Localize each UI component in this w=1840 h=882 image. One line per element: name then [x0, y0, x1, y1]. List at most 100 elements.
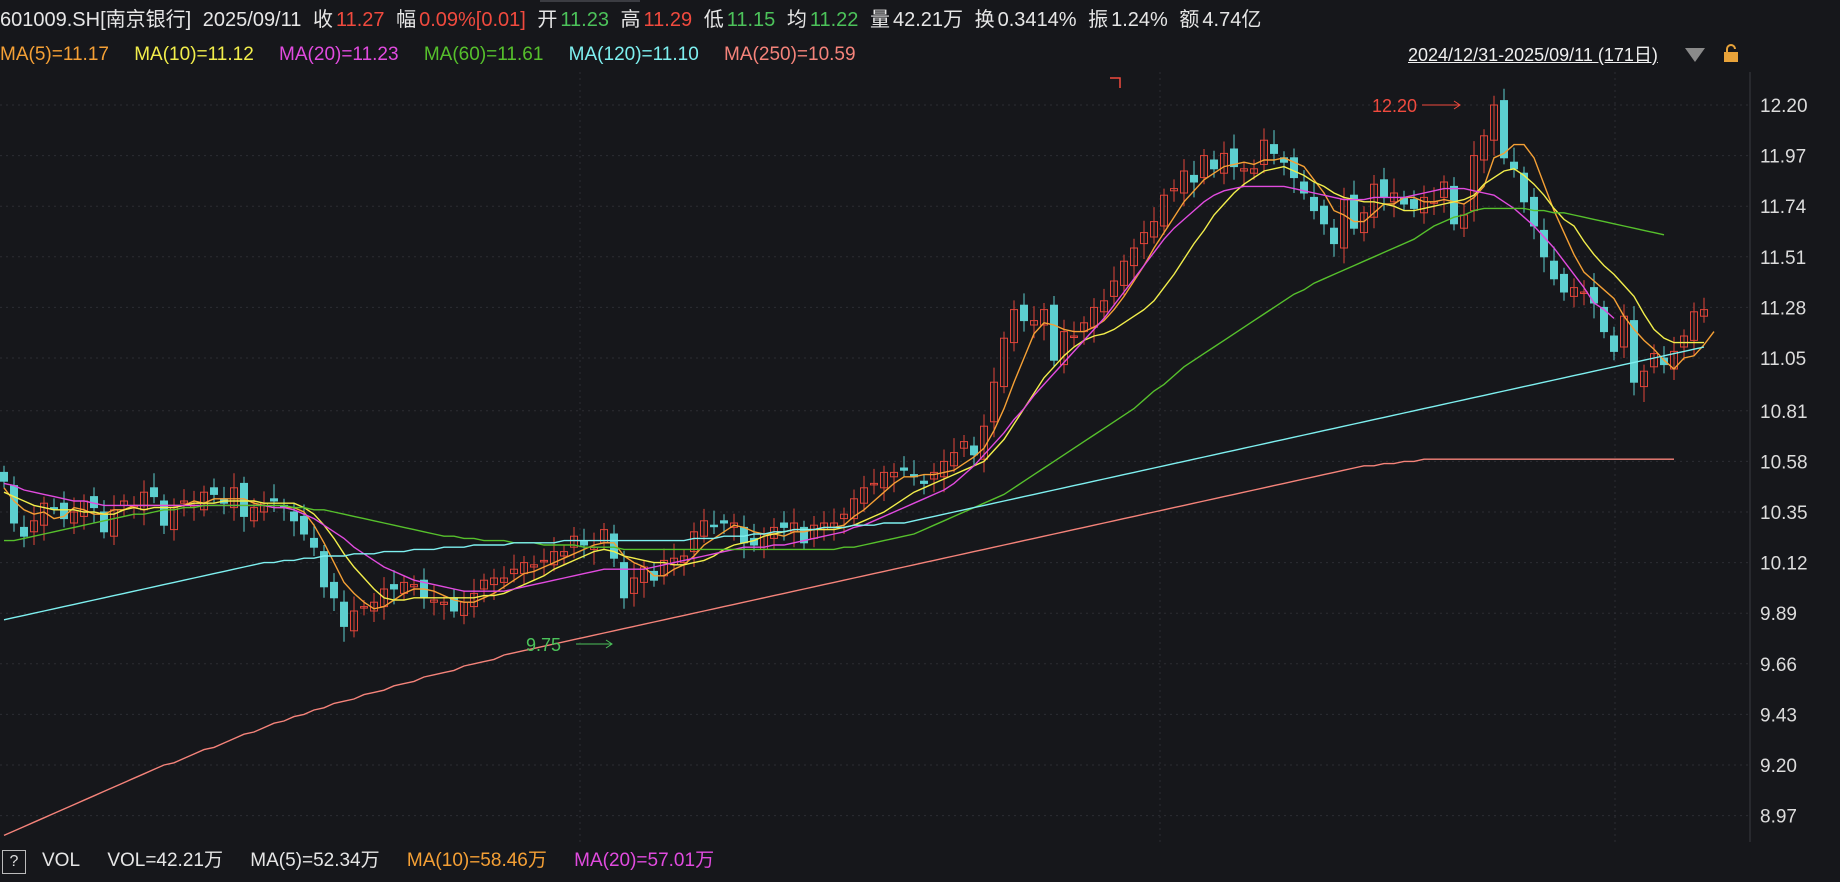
- ma250-legend[interactable]: MA(250)=10.59: [724, 44, 856, 65]
- candle: [1510, 161, 1518, 170]
- candle: [1330, 227, 1338, 245]
- volume-label: 量: [869, 9, 890, 31]
- ma-legend: MA(5)=11.17 MA(10)=11.12 MA(20)=11.23 MA…: [0, 40, 876, 70]
- candle: [1530, 196, 1538, 227]
- min-marker-label: 9.75: [526, 635, 561, 655]
- y-tick-label: 11.28: [1760, 298, 1806, 319]
- lock-icon[interactable]: [1723, 44, 1739, 62]
- candle: [330, 581, 338, 599]
- date-range-selector[interactable]: 2024/12/31-2025/09/11 (171日): [1408, 40, 1658, 70]
- candle: [1210, 159, 1218, 170]
- y-tick-label: 9.20: [1760, 756, 1797, 777]
- y-tick-label: 10.12: [1760, 554, 1808, 575]
- candle: [1270, 144, 1278, 154]
- y-tick-label: 8.97: [1760, 807, 1797, 828]
- vol-title[interactable]: VOL: [42, 850, 80, 871]
- ma5-legend[interactable]: MA(5)=11.17: [0, 44, 109, 65]
- candle: [1560, 273, 1568, 293]
- candle: [1310, 196, 1318, 212]
- symbol[interactable]: 601009.SH[南京银行]: [0, 9, 191, 31]
- vol-value: VOL=42.21万: [107, 850, 223, 871]
- y-tick-label: 12.20: [1760, 96, 1808, 117]
- vol-ma10: MA(10)=58.46万: [406, 850, 547, 871]
- avg-label: 均: [786, 9, 807, 31]
- ma-line-ma60: [4, 207, 1665, 551]
- candle: [1610, 335, 1618, 352]
- candle: [290, 511, 298, 522]
- y-tick-label: 11.05: [1760, 349, 1806, 370]
- y-tick-label: 10.81: [1760, 402, 1808, 423]
- vol-ma5: MA(5)=52.34万: [250, 850, 380, 871]
- y-tick-label: 11.74: [1760, 197, 1807, 218]
- corner-mark-icon: [1110, 77, 1121, 88]
- y-tick-label: 11.51: [1760, 248, 1806, 269]
- avg-value: 11.22: [809, 9, 859, 31]
- y-tick-label: 9.43: [1760, 705, 1797, 726]
- ma60-legend[interactable]: MA(60)=11.61: [424, 44, 544, 65]
- quote-header: 601009.SH[南京银行] 2025/09/11 收 11.27 幅 0.09%…: [0, 0, 1840, 40]
- y-tick-label: 11.97: [1760, 147, 1806, 168]
- y-tick-label: 9.66: [1760, 655, 1797, 676]
- high-label: 高: [620, 9, 641, 31]
- low-label: 低: [703, 9, 724, 31]
- candle: [1050, 304, 1058, 361]
- candlestick-chart[interactable]: 12.20 11.97 11.74 11.51 11.28 11.05 10.81 10.58…: [0, 72, 1840, 844]
- candle: [0, 471, 8, 482]
- date: 2025/09/11: [202, 9, 302, 31]
- candle: [1190, 174, 1198, 183]
- candle: [900, 467, 908, 471]
- candle: [1590, 287, 1598, 304]
- candle: [1380, 179, 1388, 198]
- candle: [720, 520, 728, 524]
- turnover-label: 换: [974, 9, 995, 31]
- amount-value: 4.74亿: [1202, 9, 1262, 31]
- candle: [1320, 205, 1328, 225]
- candle: [390, 584, 398, 590]
- close-value: 11.27: [335, 9, 385, 31]
- change-value: 0.09%[0.01]: [419, 9, 526, 31]
- candle: [1660, 357, 1668, 366]
- help-button[interactable]: ?: [2, 850, 26, 874]
- candle: [1020, 304, 1028, 322]
- ma120-legend[interactable]: MA(120)=11.10: [569, 44, 699, 65]
- low-value: 11.15: [726, 9, 776, 31]
- volume-legend: VOL VOL=42.21万 MA(5)=52.34万 MA(10)=58.46…: [42, 846, 736, 876]
- vol-ma20: MA(20)=57.01万: [574, 850, 715, 871]
- ma-line-ma120: [3, 346, 1705, 621]
- dropdown-triangle-icon[interactable]: [1685, 48, 1705, 62]
- change-label: 幅: [396, 9, 417, 31]
- candle: [970, 445, 978, 456]
- candle: [780, 522, 788, 528]
- high-value: 11.29: [643, 9, 693, 31]
- y-tick-label: 9.89: [1760, 604, 1797, 625]
- turnover-value: 0.3414%: [997, 9, 1077, 31]
- amplitude-label: 振: [1088, 9, 1109, 31]
- candle: [1550, 260, 1558, 280]
- candle: [210, 487, 218, 495]
- candle: [340, 601, 348, 627]
- candle: [270, 498, 278, 502]
- close-label: 收: [312, 9, 333, 31]
- open-label: 开: [537, 9, 558, 31]
- y-tick-label: 10.58: [1760, 452, 1808, 473]
- candle: [160, 500, 168, 526]
- candle: [310, 537, 318, 548]
- candle: [20, 526, 28, 537]
- candle: [920, 480, 928, 484]
- y-tick-label: 10.35: [1760, 503, 1808, 524]
- amplitude-value: 1.24%: [1111, 9, 1168, 31]
- ma-line-ma10: [3, 165, 1704, 601]
- candle: [1410, 199, 1418, 209]
- amount-label: 额: [1179, 9, 1200, 31]
- ma20-legend[interactable]: MA(20)=11.23: [279, 44, 399, 65]
- ma10-legend[interactable]: MA(10)=11.12: [134, 44, 254, 65]
- candle: [620, 562, 628, 599]
- candle: [10, 485, 18, 524]
- open-value: 11.23: [560, 9, 609, 31]
- volume-value: 42.21万: [892, 9, 964, 31]
- candle: [150, 487, 158, 498]
- candle: [300, 515, 308, 535]
- candle: [1500, 100, 1508, 159]
- max-marker-label: 12.20: [1372, 96, 1417, 116]
- candle: [710, 524, 718, 528]
